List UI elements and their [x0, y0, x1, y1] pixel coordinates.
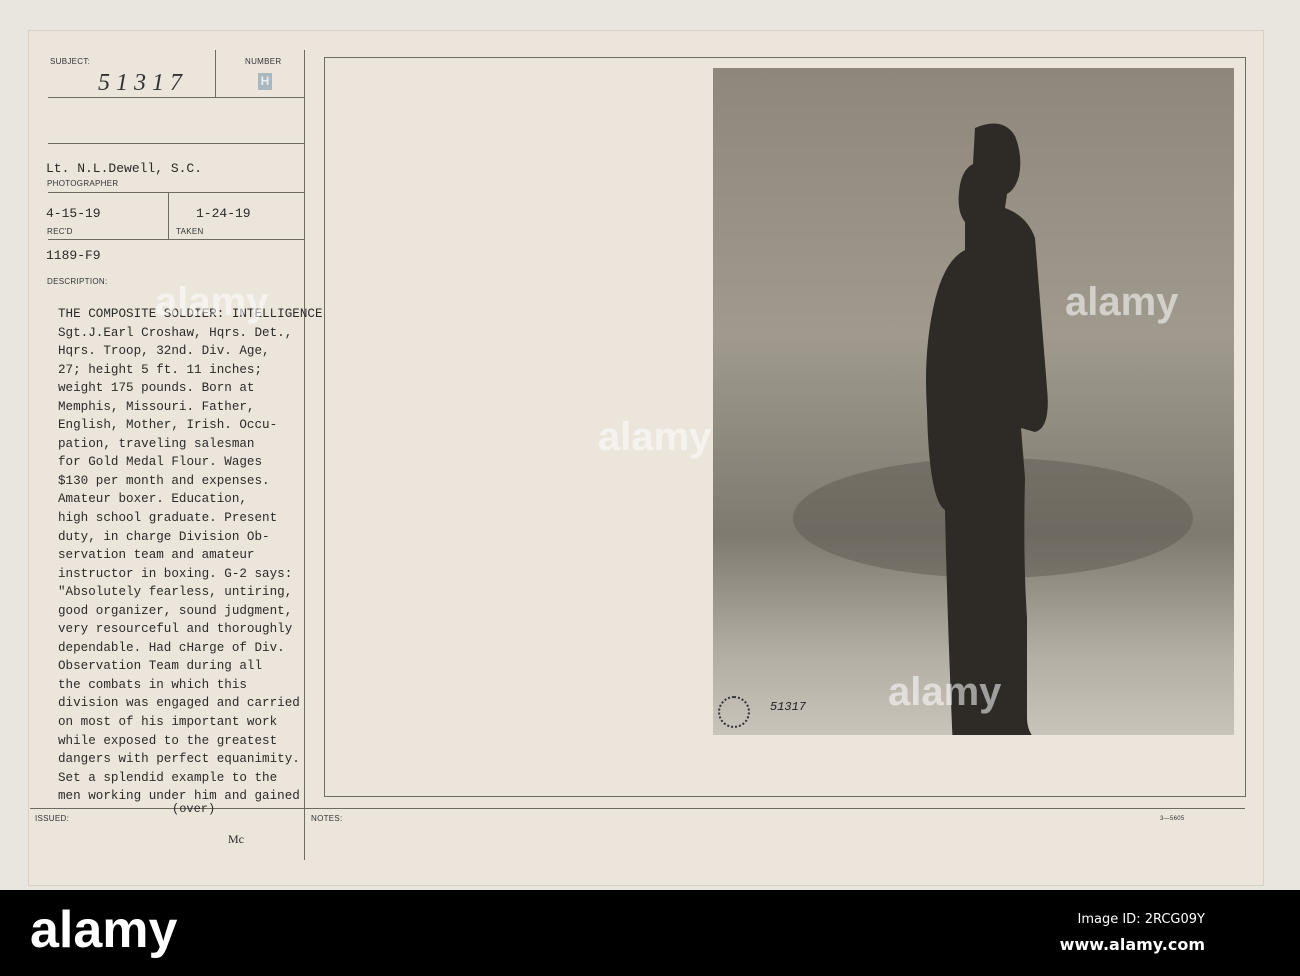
description-line: on most of his important work	[58, 715, 278, 730]
issued-label: ISSUED:	[35, 814, 70, 823]
received-date: 4-15-19	[46, 206, 101, 221]
divider	[48, 239, 304, 240]
image-id: Image ID: 2RCG09Y	[1077, 912, 1206, 927]
divider	[48, 192, 304, 193]
description-line: weight 175 pounds. Born at	[58, 381, 255, 396]
watermark: alamy	[598, 415, 712, 459]
description-line: duty, in charge Division Ob-	[58, 529, 270, 544]
watermark: alamy	[888, 670, 1002, 714]
soldier-figure	[793, 123, 1193, 735]
negative-number: 51317	[770, 700, 807, 714]
initials: Mc	[228, 832, 244, 846]
description-line: Set a splendid example to the	[58, 770, 278, 785]
description-line: instructor in boxing. G-2 says:	[58, 566, 293, 581]
over-note: (over)	[172, 802, 216, 816]
watermark: alamy	[155, 280, 269, 324]
description-line: very resourceful and thoroughly	[58, 622, 293, 637]
description-line: Sgt.J.Earl Croshaw, Hqrs. Det.,	[58, 325, 293, 340]
description-line: 27; height 5 ft. 11 inches;	[58, 362, 263, 377]
description-line: servation team and amateur	[58, 548, 255, 563]
description-line: Observation Team during all	[58, 659, 263, 674]
number-stamp: H	[258, 73, 272, 90]
photographer-label: PHOTOGRAPHER	[47, 179, 119, 188]
description-text: THE COMPOSITE SOLDIER: INTELLIGENCE Sgt.…	[58, 305, 323, 806]
description-line: while exposed to the greatest	[58, 733, 278, 748]
divider	[48, 97, 304, 98]
description-line: dependable. Had cHarge of Div.	[58, 640, 285, 655]
divider	[215, 50, 216, 97]
received-label: REC'D	[47, 227, 73, 236]
notes-label: NOTES:	[311, 814, 343, 823]
alamy-logo: alamy	[30, 901, 178, 959]
description-line: good organizer, sound judgment,	[58, 603, 293, 618]
form-number: 3—5605	[1160, 816, 1185, 822]
description-line: for Gold Medal Flour. Wages	[58, 455, 263, 470]
description-line: English, Mother, Irish. Occu-	[58, 418, 278, 433]
site-url[interactable]: www.alamy.com	[1060, 935, 1205, 954]
divider	[168, 192, 169, 239]
description-line: Amateur boxer. Education,	[58, 492, 247, 507]
description-line: dangers with perfect equanimity.	[58, 752, 300, 767]
description-label: DESCRIPTION:	[47, 277, 108, 286]
number-label: NUMBER	[245, 57, 282, 66]
subject-label: SUBJECT:	[50, 57, 91, 66]
description-line: Memphis, Missouri. Father,	[58, 399, 255, 414]
description-line: the combats in which this	[58, 677, 247, 692]
description-line: division was engaged and carried	[58, 696, 300, 711]
description-line: "Absolutely fearless, untiring,	[58, 585, 293, 600]
soldier-photograph	[713, 68, 1234, 735]
watermark: alamy	[1065, 280, 1179, 324]
footer-bar: alamy Image ID: 2RCG09Y www.alamy.com	[0, 890, 1300, 976]
description-line: Hqrs. Troop, 32nd. Div. Age,	[58, 344, 270, 359]
photographer-name: Lt. N.L.Dewell, S.C.	[46, 161, 203, 176]
description-line: $130 per month and expenses.	[58, 473, 270, 488]
signal-corps-stamp	[718, 696, 750, 728]
file-code: 1189-F9	[46, 248, 101, 263]
description-line: pation, traveling salesman	[58, 436, 255, 451]
taken-label: TAKEN	[176, 227, 204, 236]
description-line: high school graduate. Present	[58, 511, 278, 526]
divider	[48, 143, 304, 144]
taken-date: 1-24-19	[196, 206, 251, 221]
subject-value: 51317	[98, 70, 188, 96]
